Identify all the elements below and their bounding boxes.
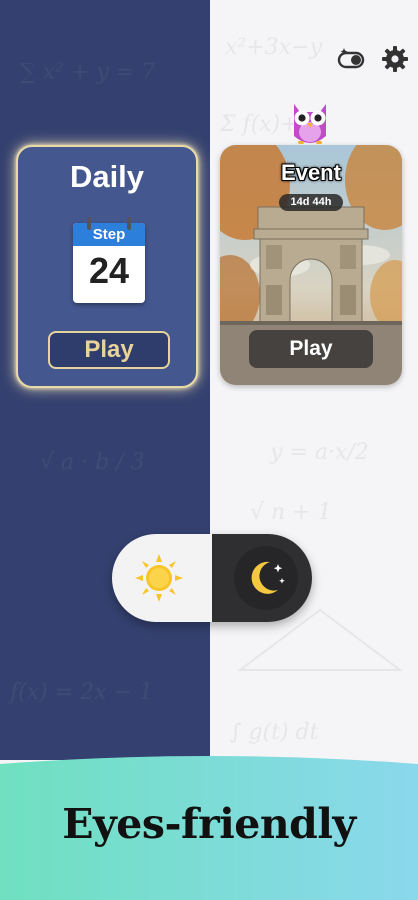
gear-icon[interactable]	[380, 44, 410, 74]
light-mode-option[interactable]	[112, 534, 212, 622]
theme-toggle[interactable]	[112, 534, 312, 622]
dark-mode-option[interactable]	[212, 534, 312, 622]
event-play-button[interactable]: Play	[249, 330, 373, 368]
calendar-page: Step 24	[73, 223, 145, 303]
daily-title: Daily	[69, 159, 145, 194]
owl-mascot-icon	[284, 96, 336, 148]
top-toolbar	[336, 44, 410, 74]
banner-title: Eyes-friendly	[62, 800, 356, 848]
background-math-scribble: y = a·x/2	[270, 440, 369, 465]
event-timer-badge: 14d 44h	[279, 194, 343, 211]
background-math-scribble: x²+3x−y	[225, 35, 322, 60]
calendar-ring	[127, 217, 131, 230]
sun-icon	[135, 554, 183, 602]
daily-challenge-card[interactable]: Daily Step 24 Play	[16, 145, 198, 388]
background-math-scribble: √ n + 1	[250, 500, 332, 525]
calendar-ring	[87, 217, 91, 230]
event-card[interactable]: Event 14d 44h Play	[220, 145, 402, 385]
calendar-icon: Step 24	[73, 217, 145, 303]
calendar-day: 24	[88, 250, 130, 291]
moon-icon	[251, 561, 285, 594]
event-title: Event	[281, 160, 341, 185]
background-math-scribble: f(x) = 2x − 1	[10, 680, 153, 705]
daily-play-button[interactable]: Play	[48, 331, 170, 369]
background-math-scribble: ∫ g(t) dt	[230, 720, 319, 745]
background-math-scribble: ∑ x² + y = 7	[20, 60, 156, 85]
calendar-label: Step	[73, 223, 145, 246]
background-math-scribble: √ a · b / 3	[40, 450, 145, 475]
theme-mode-icon[interactable]	[336, 44, 366, 74]
